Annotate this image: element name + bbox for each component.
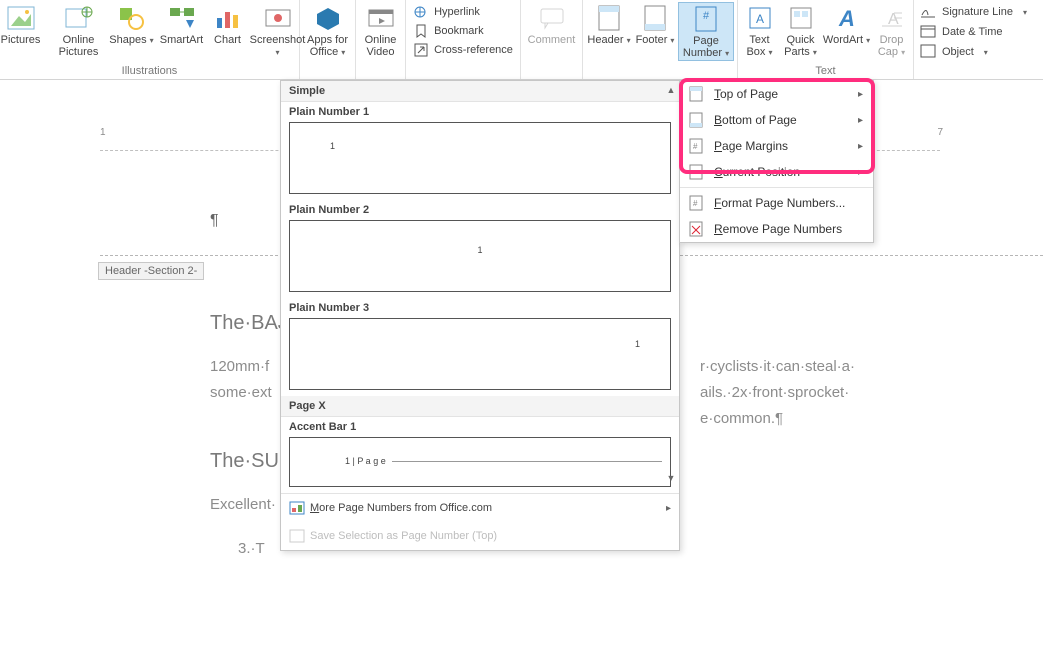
svg-text:A: A bbox=[888, 11, 899, 28]
submenu-arrow-icon: ▸ bbox=[858, 141, 863, 152]
object-icon bbox=[920, 44, 936, 60]
gallery-section-simple: Simple bbox=[281, 81, 679, 102]
object-button[interactable]: Object bbox=[920, 44, 1027, 60]
bottom-of-page-icon bbox=[688, 112, 704, 128]
save-selection-icon bbox=[289, 528, 305, 544]
submenu-arrow-icon: ▸ bbox=[858, 115, 863, 126]
menu-page-margins[interactable]: # Page Margins▸ bbox=[680, 133, 873, 159]
page-number-menu: Top of Page▸ Bottom of Page▸ # Page Marg… bbox=[679, 80, 874, 243]
svg-text:#: # bbox=[693, 199, 698, 208]
body-line-4: Excellent· bbox=[210, 496, 276, 513]
chart-button[interactable]: Chart bbox=[208, 2, 248, 46]
text-box-icon: A bbox=[744, 4, 776, 32]
format-numbers-icon: # bbox=[688, 195, 704, 211]
date-time-button[interactable]: Date & Time bbox=[920, 24, 1027, 40]
online-pictures-icon bbox=[63, 4, 95, 32]
signature-icon bbox=[920, 4, 936, 20]
menu-remove-page-numbers[interactable]: Remove Page Numbers bbox=[680, 216, 873, 242]
cross-reference-button[interactable]: Cross-reference bbox=[413, 42, 513, 58]
gallery-scrollbar[interactable]: ▲▼ bbox=[665, 85, 677, 483]
svg-text:A: A bbox=[755, 12, 763, 26]
more-page-numbers-button[interactable]: More Page Numbers from Office.com ▸ bbox=[281, 494, 679, 522]
crossref-icon bbox=[413, 42, 429, 58]
scroll-up-icon[interactable]: ▲ bbox=[667, 85, 676, 95]
apps-for-office-button[interactable]: Apps for Office bbox=[302, 2, 354, 59]
illustrations-group-label: Illustrations bbox=[122, 65, 178, 79]
text-box-button[interactable]: A Text Box bbox=[740, 2, 780, 59]
wordart-icon: A bbox=[831, 4, 863, 32]
footer-button[interactable]: Footer bbox=[632, 2, 678, 47]
menu-format-page-numbers[interactable]: # Format Page Numbers... bbox=[680, 190, 873, 216]
body-line-1b: r·cyclists·it·can·steal·a· bbox=[700, 358, 855, 375]
quick-parts-icon bbox=[785, 4, 817, 32]
hyperlink-button[interactable]: Hyperlink bbox=[413, 4, 513, 20]
gallery-item-plain-3[interactable]: 1 bbox=[289, 318, 671, 390]
shapes-button[interactable]: Shapes bbox=[108, 2, 156, 47]
body-line-2a: some·ext bbox=[210, 384, 272, 401]
gallery-item-plain-1[interactable]: 1 bbox=[289, 122, 671, 194]
gallery-item-plain-2-label: Plain Number 2 bbox=[281, 200, 679, 218]
scroll-down-icon[interactable]: ▼ bbox=[667, 473, 676, 483]
signature-line-button[interactable]: Signature Line bbox=[920, 4, 1027, 20]
remove-numbers-icon bbox=[688, 221, 704, 237]
wordart-button[interactable]: A WordArt bbox=[822, 2, 872, 47]
hyperlink-icon bbox=[413, 4, 429, 20]
chart-icon bbox=[212, 4, 244, 32]
office-com-icon bbox=[289, 500, 305, 516]
top-of-page-icon bbox=[688, 86, 704, 102]
pilcrow-mark: ¶ bbox=[210, 212, 219, 230]
footer-icon bbox=[639, 4, 671, 32]
datetime-icon bbox=[920, 24, 936, 40]
page-number-icon: # bbox=[690, 5, 722, 33]
submenu-arrow-icon: ▸ bbox=[858, 167, 863, 178]
shapes-icon bbox=[116, 4, 148, 32]
video-icon bbox=[365, 4, 397, 32]
screenshot-icon bbox=[262, 4, 294, 32]
submenu-arrow-icon: ▸ bbox=[858, 89, 863, 100]
heading-the-baj: The·BAJ bbox=[210, 312, 288, 335]
body-line-2b: ails.·2x·front·sprocket· bbox=[700, 384, 849, 401]
text-group-label: Text bbox=[815, 65, 835, 79]
quick-parts-button[interactable]: Quick Parts bbox=[780, 2, 822, 59]
ribbon-insert-tab: Pictures Online Pictures Shapes SmartArt… bbox=[0, 0, 1043, 80]
screenshot-button[interactable]: Screenshot bbox=[248, 2, 308, 59]
gallery-section-pagex: Page X bbox=[281, 396, 679, 417]
comment-button[interactable]: Comment bbox=[524, 2, 580, 46]
gallery-item-accent-1-label: Accent Bar 1 bbox=[281, 417, 679, 435]
pictures-button[interactable]: Pictures bbox=[0, 2, 50, 46]
page-margins-icon: # bbox=[688, 138, 704, 154]
body-line-5: 3.·T bbox=[238, 540, 265, 557]
header-button[interactable]: Header bbox=[586, 2, 632, 47]
menu-top-of-page[interactable]: Top of Page▸ bbox=[680, 81, 873, 107]
svg-text:A: A bbox=[838, 6, 855, 30]
header-icon bbox=[593, 4, 625, 32]
pictures-icon bbox=[5, 4, 37, 32]
text-extra-group: Signature Line Date & Time Object bbox=[914, 0, 1033, 79]
drop-cap-icon: A bbox=[876, 4, 908, 32]
page-number-gallery: Simple Plain Number 1 1 Plain Number 2 1… bbox=[280, 80, 680, 551]
gallery-item-plain-1-label: Plain Number 1 bbox=[281, 102, 679, 120]
apps-icon bbox=[312, 4, 344, 32]
current-position-icon bbox=[688, 164, 704, 180]
svg-text:#: # bbox=[693, 142, 698, 151]
smartart-button[interactable]: SmartArt bbox=[156, 2, 208, 46]
gallery-item-accent-1[interactable]: 1 | P a g e bbox=[289, 437, 671, 487]
save-selection-button: Save Selection as Page Number (Top) bbox=[281, 522, 679, 550]
gallery-item-plain-3-label: Plain Number 3 bbox=[281, 298, 679, 316]
gallery-item-plain-2[interactable]: 1 bbox=[289, 220, 671, 292]
page-number-button[interactable]: # Page Number bbox=[678, 2, 734, 61]
menu-bottom-of-page[interactable]: Bottom of Page▸ bbox=[680, 107, 873, 133]
body-line-1a: 120mm·f bbox=[210, 358, 269, 375]
body-line-3b: e·common.¶ bbox=[700, 410, 783, 427]
smartart-icon bbox=[166, 4, 198, 32]
bookmark-button[interactable]: Bookmark bbox=[413, 23, 513, 39]
online-pictures-button[interactable]: Online Pictures bbox=[50, 2, 108, 58]
comment-icon bbox=[536, 4, 568, 32]
drop-cap-button[interactable]: A Drop Cap bbox=[872, 2, 912, 59]
bookmark-icon bbox=[413, 23, 429, 39]
header-section-tag: Header -Section 2- bbox=[98, 262, 204, 280]
svg-text:#: # bbox=[703, 10, 710, 22]
online-video-button[interactable]: Online Video bbox=[358, 2, 404, 58]
menu-current-position[interactable]: Current Position▸ bbox=[680, 159, 873, 185]
